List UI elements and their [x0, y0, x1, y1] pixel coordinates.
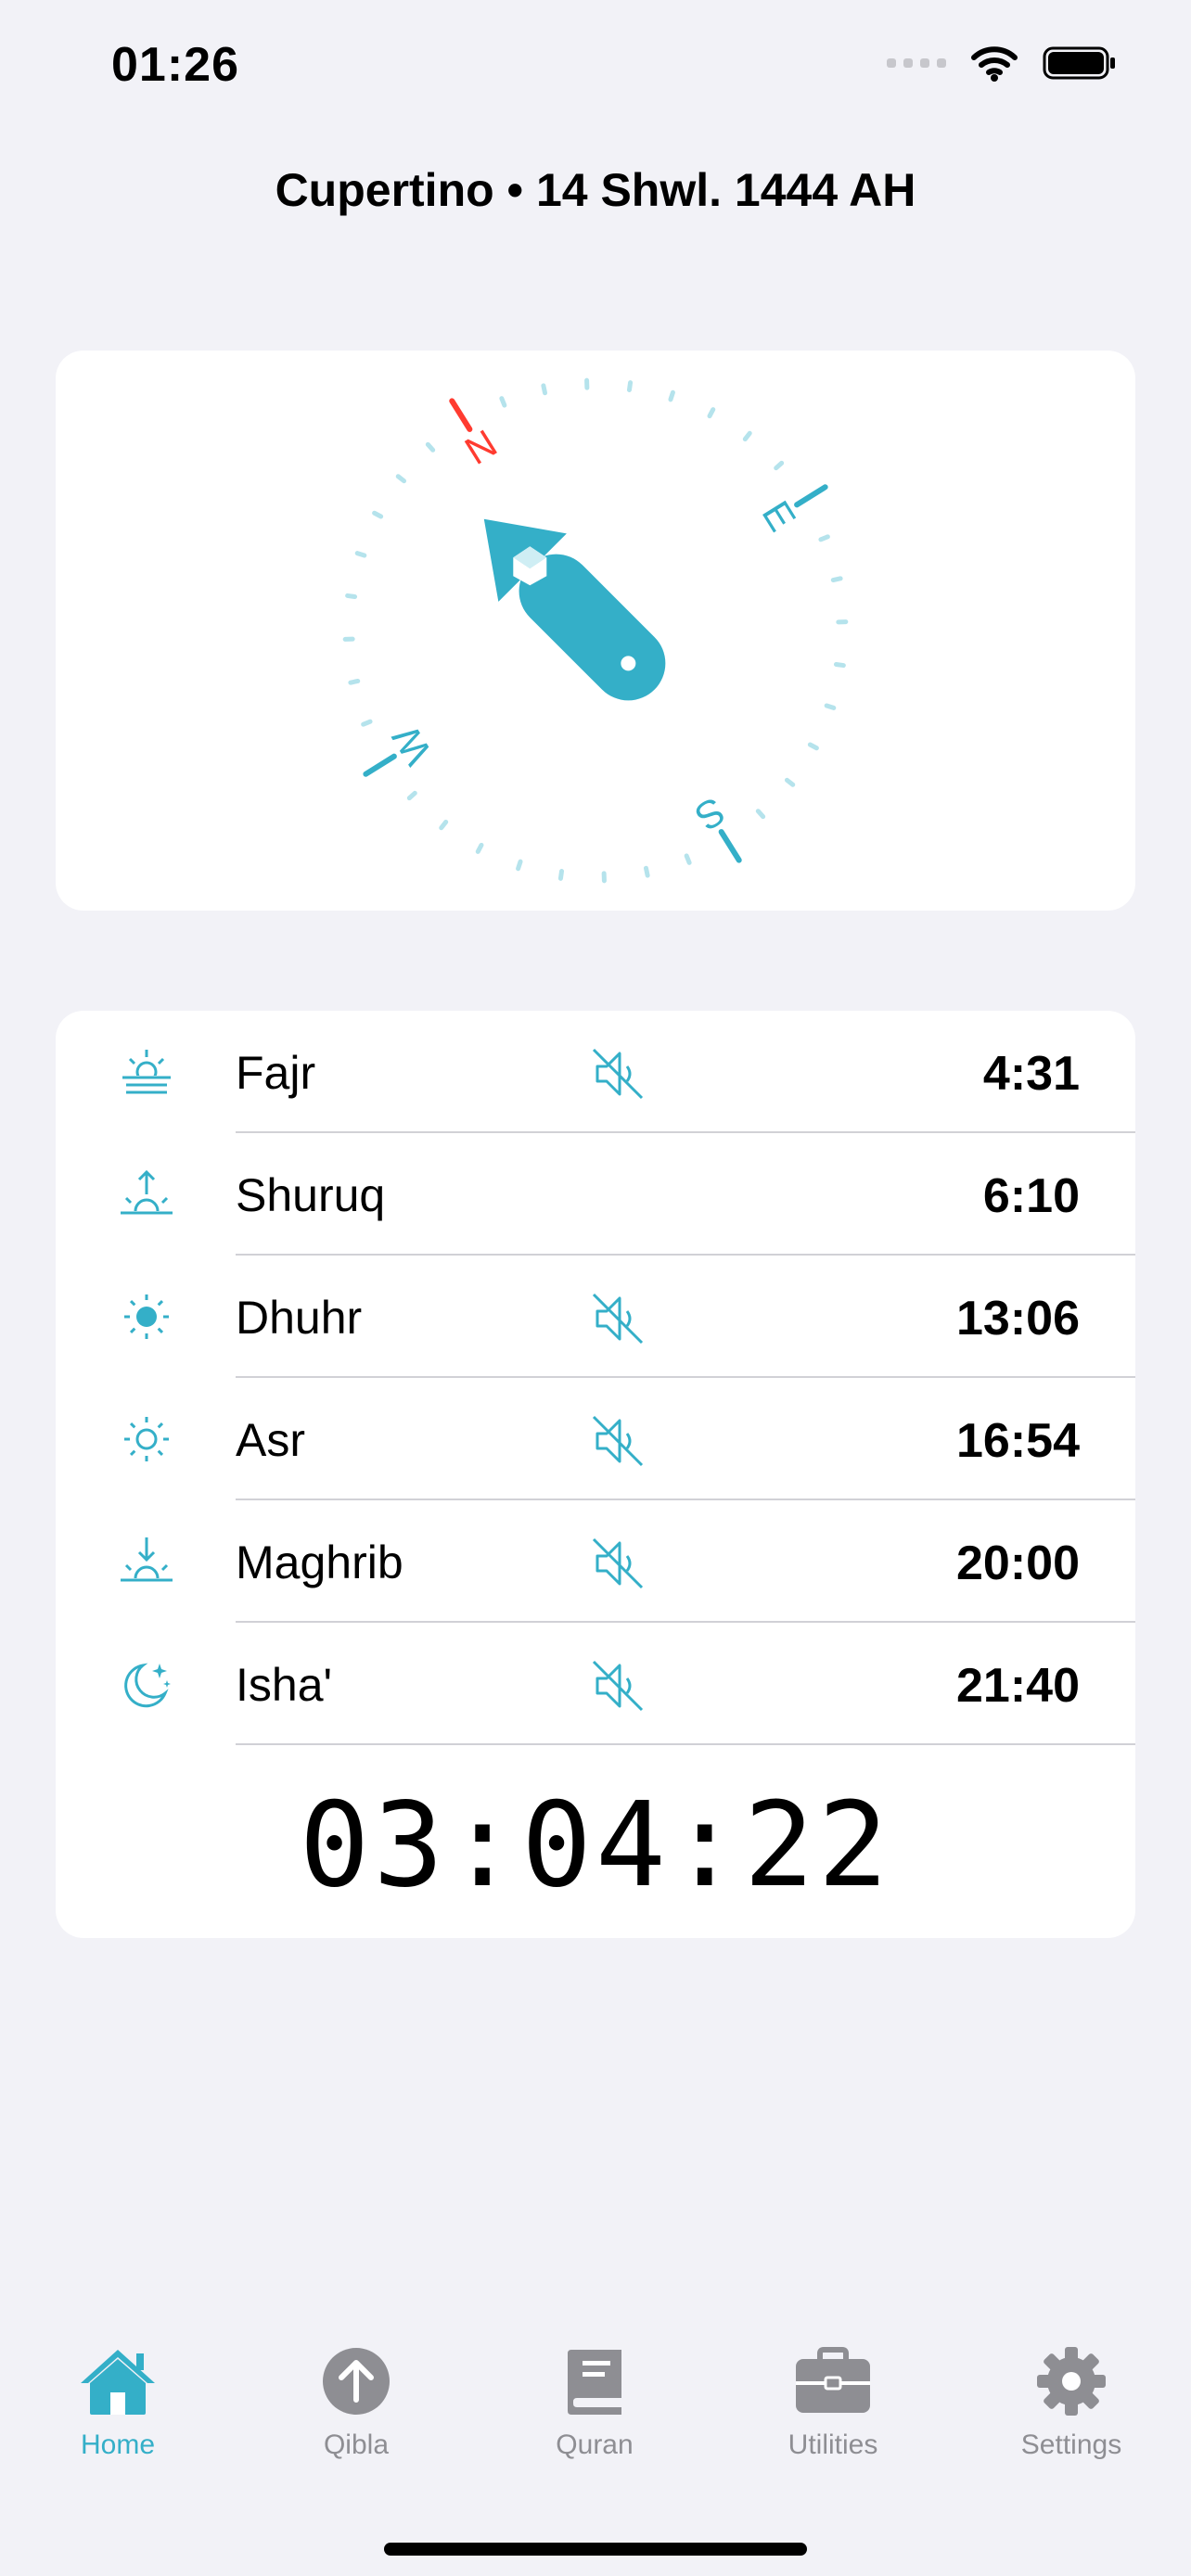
- compass-tick: [818, 534, 830, 542]
- compass-tick: [395, 474, 407, 484]
- compass-tick: [363, 753, 397, 777]
- compass-tick: [406, 790, 417, 801]
- cellular-signal-icon: [887, 58, 946, 68]
- compass-tick: [774, 460, 785, 471]
- tab-label: Settings: [1020, 2429, 1122, 2460]
- qibla-pointer-icon: [483, 518, 666, 701]
- qibla-compass-card: N E S W: [56, 351, 1135, 911]
- sun-outline-icon: [119, 1411, 174, 1467]
- prayer-time: 4:31: [982, 1047, 1080, 1101]
- prayer-name: Isha': [236, 1659, 333, 1711]
- compass-tick: [425, 441, 436, 453]
- prayer-time: 16:54: [956, 1414, 1080, 1468]
- sun-filled-icon: [119, 1289, 174, 1345]
- compass-tick: [541, 383, 548, 396]
- house-icon: [81, 2350, 155, 2415]
- compass-dial: N E S W: [342, 377, 849, 884]
- prayer-row-isha: Isha' 21:40: [56, 1623, 1135, 1745]
- prayer-times-card: Fajr 4:31 Shuruq 6:10 Dhuhr 13:06 Asr 16:…: [56, 1011, 1135, 1938]
- next-prayer-countdown: 03:04:22: [299, 1777, 892, 1913]
- home-screen: 01:26 Cupertino • 14 Shwl. 1444 AH N E S…: [0, 0, 1191, 2576]
- moon-stars-icon: [119, 1656, 174, 1712]
- tab-settings[interactable]: Settings: [979, 2346, 1164, 2461]
- speaker-muted-icon[interactable]: [588, 1289, 647, 1348]
- status-time: 01:26: [111, 38, 239, 92]
- compass-tick: [475, 842, 484, 854]
- tab-quran[interactable]: Quran: [502, 2346, 687, 2461]
- compass-tick: [557, 868, 565, 881]
- compass-tick: [755, 809, 766, 820]
- status-indicators: [887, 45, 1117, 82]
- tab-bar: Home Qibla Quran Utilities Settings: [0, 2346, 1191, 2494]
- compass-tick: [794, 484, 828, 508]
- compass-tick: [361, 719, 373, 727]
- compass-tick: [668, 389, 675, 402]
- speaker-muted-icon[interactable]: [588, 1656, 647, 1715]
- compass-west-label: W: [383, 718, 440, 772]
- prayer-name: Fajr: [236, 1047, 316, 1099]
- row-divider: [236, 1743, 1135, 1745]
- compass-tick: [439, 819, 449, 831]
- prayer-row-maghrib: Maghrib 20:00: [56, 1500, 1135, 1623]
- compass-tick: [499, 396, 507, 408]
- prayer-time: 21:40: [956, 1659, 1080, 1713]
- speaker-muted-icon[interactable]: [588, 1534, 647, 1593]
- tab-home[interactable]: Home: [25, 2346, 211, 2461]
- prayer-time: 6:10: [982, 1169, 1080, 1223]
- compass-tick: [354, 551, 367, 558]
- prayer-name: Shuruq: [236, 1169, 386, 1221]
- compass-tick: [784, 777, 796, 787]
- compass-tick: [807, 742, 819, 751]
- speaker-muted-icon[interactable]: [588, 1411, 647, 1471]
- compass-tick: [742, 430, 752, 442]
- compass-east-label: E: [754, 493, 805, 539]
- speaker-muted-icon[interactable]: [588, 1044, 647, 1103]
- compass-tick: [372, 510, 384, 519]
- prayer-name: Asr: [236, 1414, 305, 1466]
- compass-tick: [345, 593, 358, 600]
- sunset-arrow-down-icon: [119, 1534, 174, 1589]
- prayer-name: Dhuhr: [236, 1292, 363, 1344]
- briefcase-icon: [796, 2347, 870, 2413]
- compass-tick: [824, 703, 837, 710]
- tab-qibla[interactable]: Qibla: [263, 2346, 449, 2461]
- compass-tick: [643, 865, 650, 878]
- battery-icon: [1043, 46, 1115, 80]
- compass-tick: [449, 398, 473, 432]
- prayer-time: 13:06: [956, 1292, 1080, 1345]
- compass-tick: [348, 678, 361, 685]
- compass-tick: [684, 853, 692, 865]
- tab-label: Utilities: [788, 2429, 878, 2460]
- prayer-row-asr: Asr 16:54: [56, 1378, 1135, 1500]
- tab-label: Quran: [556, 2429, 634, 2460]
- compass-north-label: N: [457, 421, 505, 473]
- prayer-row-shuruq: Shuruq 6:10: [56, 1133, 1135, 1256]
- compass-tick: [626, 380, 634, 393]
- gear-icon: [1037, 2347, 1106, 2416]
- compass-tick: [830, 576, 843, 583]
- prayer-row-fajr: Fajr 4:31: [56, 1011, 1135, 1133]
- sunrise-horizon-icon: [119, 1044, 174, 1100]
- sunrise-arrow-up-icon: [119, 1167, 174, 1222]
- compass-tick: [516, 859, 523, 872]
- prayer-time: 20:00: [956, 1537, 1080, 1590]
- compass-tick: [833, 661, 846, 669]
- tab-label: Home: [80, 2429, 156, 2460]
- prayer-name: Maghrib: [236, 1537, 403, 1588]
- arrow-up-circle-icon: [323, 2348, 390, 2415]
- prayer-row-dhuhr: Dhuhr 13:06: [56, 1256, 1135, 1378]
- tab-utilities[interactable]: Utilities: [740, 2346, 926, 2461]
- tab-label: Qibla: [323, 2429, 390, 2460]
- book-icon: [568, 2350, 621, 2415]
- compass-south-label: S: [687, 789, 733, 840]
- home-indicator: [384, 2543, 807, 2556]
- wifi-icon: [971, 46, 1018, 82]
- compass-tick: [707, 407, 716, 419]
- compass-tick: [718, 829, 742, 863]
- location-date-title: Cupertino • 14 Shwl. 1444 AH: [275, 164, 916, 216]
